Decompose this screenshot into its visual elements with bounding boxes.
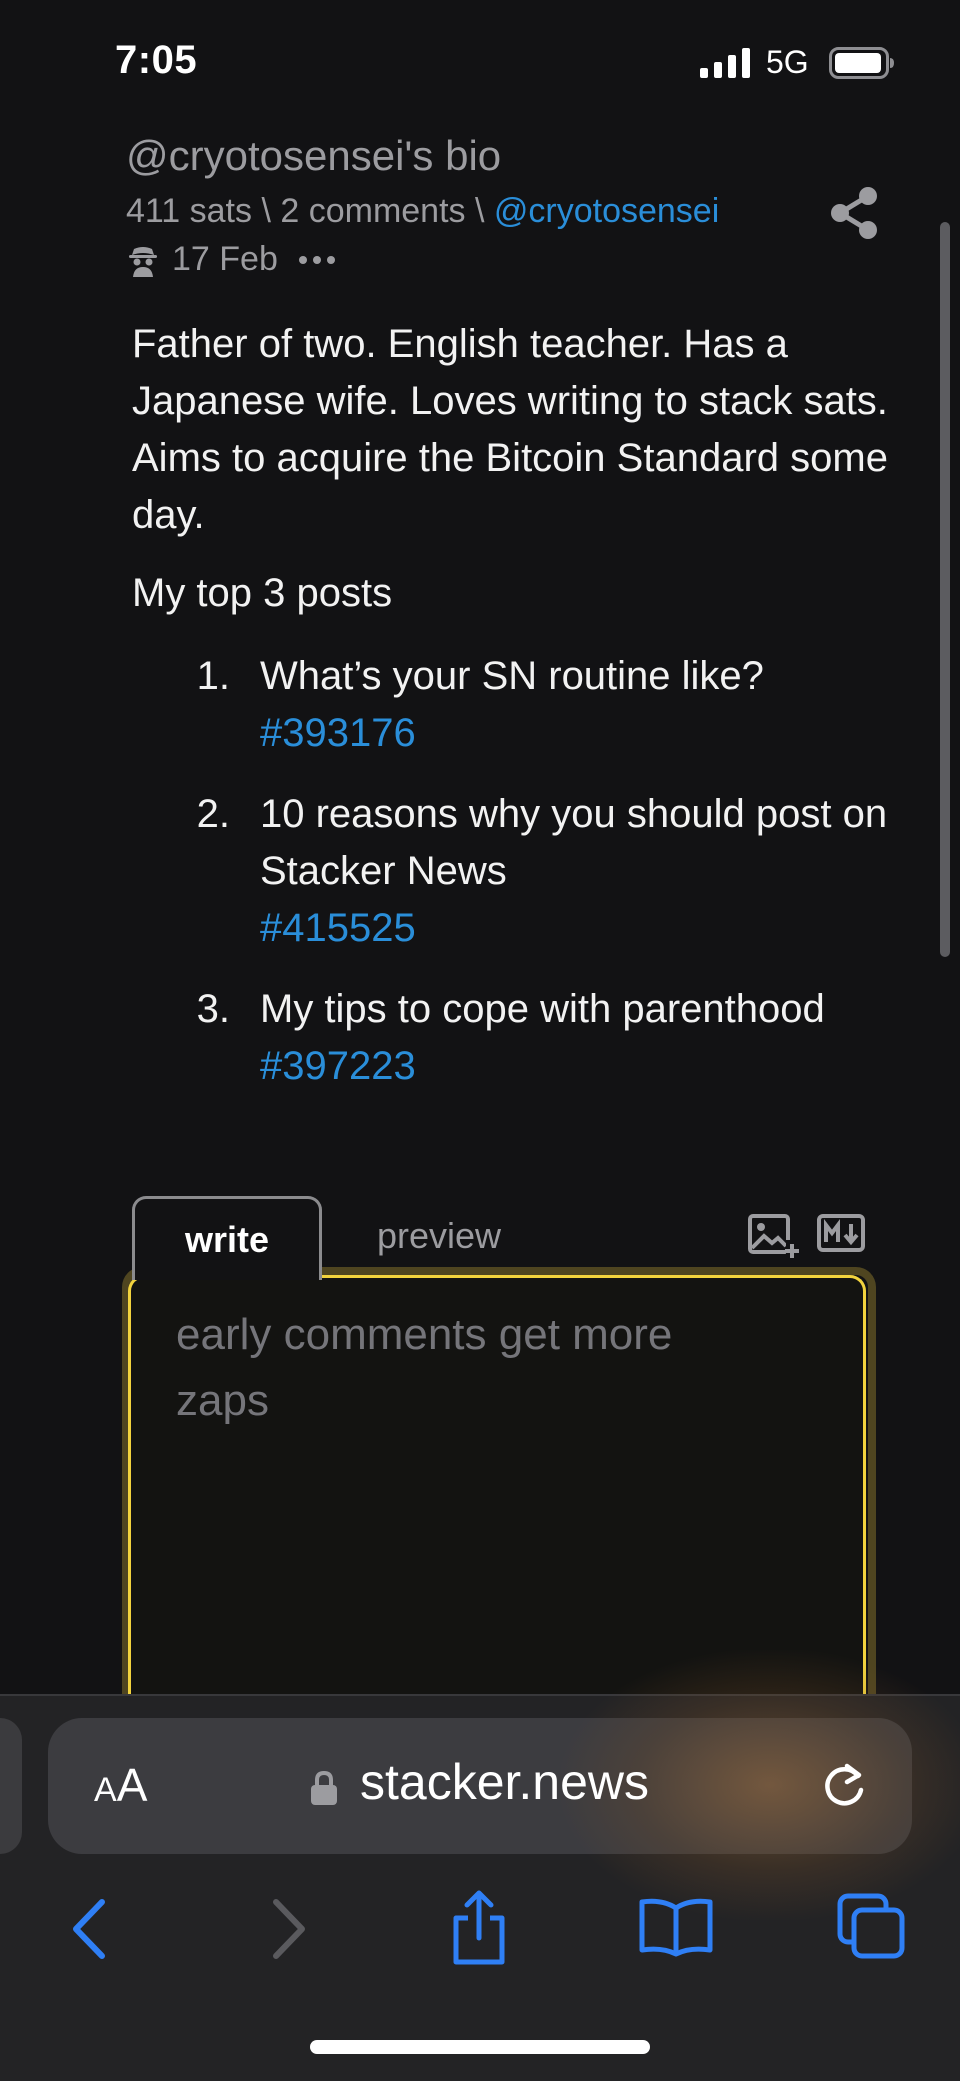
tab-write[interactable]: write (132, 1196, 322, 1280)
markdown-icon[interactable] (817, 1214, 865, 1252)
share-icon[interactable] (828, 185, 880, 241)
post-link[interactable]: #397223 (260, 1038, 825, 1095)
previous-tab-preview[interactable] (0, 1718, 22, 1854)
post-item-title: My tips to cope with parenthood (260, 987, 825, 1031)
top-posts-list: 1. What’s your SN routine like? #393176 2… (132, 648, 932, 1119)
meta-separator: \ (465, 192, 494, 230)
top-posts-heading: My top 3 posts (132, 571, 393, 615)
list-item: 1. What’s your SN routine like? #393176 (132, 648, 932, 762)
share-sheet-icon[interactable] (450, 1890, 508, 1966)
sats-count[interactable]: 411 sats (126, 192, 252, 230)
list-number: 2. (196, 792, 230, 836)
lock-icon (311, 1770, 337, 1805)
battery-icon (829, 47, 894, 79)
meta-separator: \ (252, 192, 281, 230)
network-type: 5G (766, 44, 809, 80)
back-icon[interactable] (68, 1898, 108, 1960)
tabs-icon[interactable] (836, 1892, 906, 1960)
reload-icon[interactable] (820, 1762, 868, 1812)
status-time: 7:05 (115, 38, 198, 82)
bookmarks-icon[interactable] (638, 1896, 714, 1958)
forward-icon[interactable] (270, 1898, 310, 1960)
post-link[interactable]: #415525 (260, 900, 932, 957)
url-text[interactable]: stacker.news (360, 1753, 649, 1811)
post-item-title: 10 reasons why you should post on Stacke… (260, 792, 888, 893)
post-item-title: What’s your SN routine like? (260, 654, 764, 698)
comments-link[interactable]: 2 comments (280, 192, 465, 230)
home-indicator[interactable] (310, 2040, 650, 2054)
bio-text: Father of two. English teacher. Has a Ja… (132, 322, 888, 537)
list-number: 3. (196, 987, 230, 1031)
anon-spy-icon (129, 246, 157, 277)
page-scrollbar[interactable] (940, 222, 950, 957)
more-options-icon[interactable] (296, 253, 338, 267)
post-title[interactable]: @cryotosensei's bio (126, 132, 501, 180)
list-number: 1. (196, 654, 230, 698)
list-item: 2. 10 reasons why you should post on Sta… (132, 786, 932, 957)
post-link[interactable]: #393176 (260, 705, 764, 762)
list-item: 3. My tips to cope with parenthood #39722… (132, 981, 932, 1095)
upload-image-icon[interactable] (748, 1212, 800, 1260)
text-size-small-a: A (94, 1771, 117, 1809)
cellular-signal-icon (700, 48, 750, 78)
post-meta-secondary: 17 Feb (126, 240, 338, 279)
author-link[interactable]: @cryotosensei (494, 192, 719, 230)
comment-placeholder: early comments get more zaps (176, 1310, 673, 1425)
post-meta: 411 sats \ 2 comments \ @cryotosensei (126, 192, 719, 231)
post-date[interactable]: 17 Feb (172, 240, 278, 279)
text-size-big-a: A (116, 1759, 148, 1811)
tab-preview[interactable]: preview (377, 1215, 501, 1257)
text-size-button[interactable]: AA (94, 1758, 147, 1812)
